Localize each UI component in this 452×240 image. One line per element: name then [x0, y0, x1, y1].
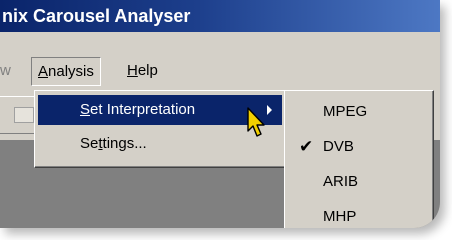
menu-help-label: elp [137, 62, 158, 79]
menu-item-mpeg[interactable]: MPEG [288, 97, 430, 127]
settings-label-start: Se [80, 135, 99, 152]
title-bar[interactable]: nix Carousel Analyser [0, 0, 440, 32]
option-label: MHP [323, 208, 357, 225]
menu-view[interactable]: w [0, 57, 11, 85]
menu-help-mnemonic: H [127, 62, 138, 79]
set-interpretation-mnemonic: S [80, 101, 91, 118]
option-label: ARIB [323, 173, 359, 190]
menu-view-label: w [0, 62, 11, 79]
menu-item-dvb[interactable]: DVB [288, 132, 430, 162]
menu-analysis-label: nalysis [48, 63, 94, 80]
menu-item-arib[interactable]: ARIB [288, 167, 430, 197]
check-icon [299, 208, 317, 226]
app-window: nix Carousel Analyser w Analysis Help Se… [0, 0, 440, 228]
menu-bar: w Analysis Help [0, 57, 440, 87]
settings-label-end: tings... [102, 135, 147, 152]
interpretation-submenu: MPEG DVB ARIB MHP [284, 90, 434, 228]
menu-help[interactable]: Help [121, 57, 164, 85]
menu-item-set-interpretation[interactable]: Set Interpretation [38, 95, 282, 125]
menu-analysis-mnemonic: A [38, 63, 49, 80]
option-label: DVB [323, 138, 354, 155]
set-interpretation-label: et Interpretation [90, 101, 196, 118]
submenu-arrow-icon [267, 105, 272, 115]
window-title: nix Carousel Analyser [2, 6, 191, 26]
toolbar-button-icon[interactable] [14, 107, 34, 123]
menu-item-settings[interactable]: Settings... [38, 129, 282, 159]
menu-analysis[interactable]: Analysis [31, 57, 101, 86]
check-icon [299, 103, 317, 121]
menu-item-mhp[interactable]: MHP [288, 202, 430, 228]
check-icon [299, 173, 317, 191]
check-icon [299, 138, 317, 156]
mouse-pointer-icon [247, 107, 265, 137]
option-label: MPEG [323, 103, 368, 120]
